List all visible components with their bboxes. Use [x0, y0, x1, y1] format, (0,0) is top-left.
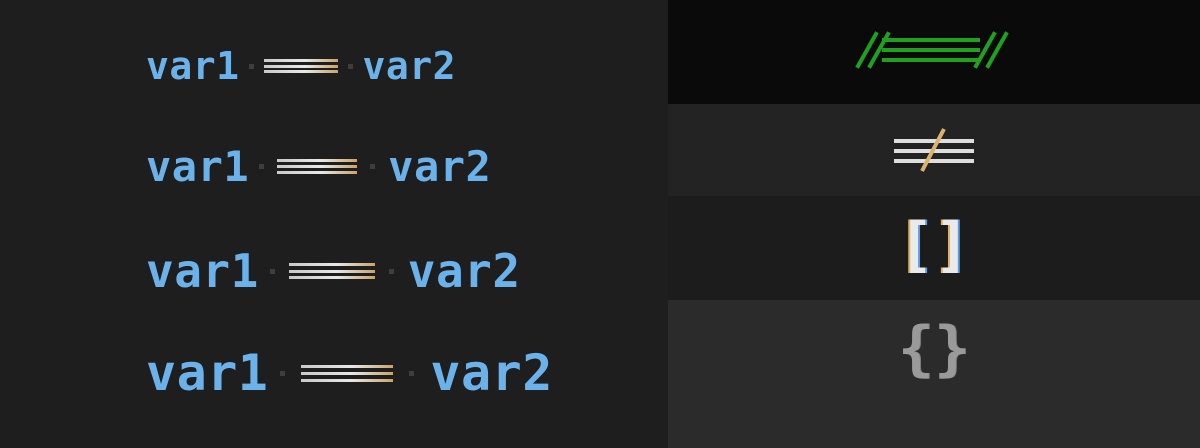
identifier-left: var1 [146, 244, 259, 298]
identifier-left: var1 [146, 142, 250, 191]
triple-equals-slashed-icon [855, 31, 1009, 69]
code-preview-pane: var1 var2 var1 var2 var1 var2 var1 var2 [0, 0, 668, 448]
identifier-right: var2 [388, 142, 492, 191]
identifier-right: var2 [407, 244, 521, 298]
whitespace-dot [269, 268, 275, 274]
glyph-panel-2 [668, 104, 1200, 196]
triple-equals-operator [277, 159, 358, 174]
glyph-panel-1 [668, 0, 1200, 104]
whitespace-dot [248, 63, 254, 69]
identifier-left: var1 [146, 344, 269, 402]
whitespace-dot [370, 164, 376, 169]
code-line-2: var1 var2 [146, 142, 491, 191]
triple-equals-operator [263, 59, 338, 73]
whitespace-dot [347, 63, 353, 69]
code-line-1: var1 var2 [146, 44, 456, 88]
glyph-panel-4: {} [668, 300, 1200, 448]
whitespace-dot [280, 370, 286, 376]
triple-equals-operator [288, 263, 375, 279]
whitespace-dot [409, 370, 415, 376]
curly-braces-glyph: {} [897, 314, 971, 384]
identifier-right: var2 [362, 44, 457, 88]
not-equal-triple-icon [894, 128, 974, 172]
identifier-left: var1 [146, 44, 240, 88]
code-line-4: var1 var2 [146, 344, 553, 402]
triple-equals-operator [301, 364, 394, 382]
glyph-preview-pane: [] {} [668, 0, 1200, 448]
whitespace-dot [259, 164, 265, 169]
identifier-right: var2 [430, 344, 553, 402]
code-line-3: var1 var2 [146, 244, 521, 298]
square-brackets-glyph: [] [897, 210, 971, 280]
whitespace-dot [388, 268, 394, 274]
glyph-panel-3: [] [668, 196, 1200, 300]
